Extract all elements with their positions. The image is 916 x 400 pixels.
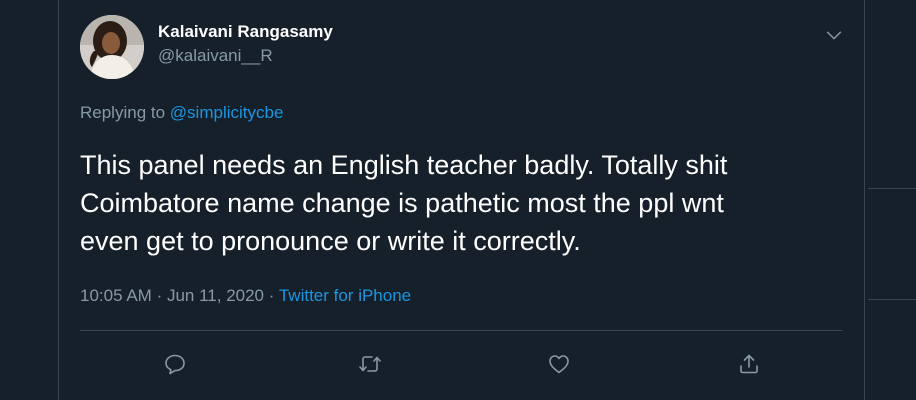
tweet-date[interactable]: Jun 11, 2020 — [167, 286, 264, 305]
reply-button[interactable] — [161, 350, 189, 378]
more-options-button[interactable] — [823, 24, 845, 46]
timeline-divider — [868, 299, 916, 300]
share-icon — [740, 354, 758, 374]
author-handle[interactable]: @kalaivani__R — [158, 46, 273, 66]
meta-separator: · — [268, 286, 275, 305]
timeline-divider — [868, 188, 916, 189]
replying-to-link[interactable]: @simplicitycbe — [170, 103, 284, 122]
avatar-image — [80, 15, 144, 79]
tweet-time[interactable]: 10:05 AM — [80, 286, 152, 305]
retweet-icon — [359, 356, 381, 372]
tweet-meta: 10:05 AM · Jun 11, 2020 · Twitter for iP… — [80, 286, 411, 306]
heart-icon — [549, 355, 569, 374]
tweet-text-line: This panel needs an English teacher badl… — [80, 150, 728, 180]
replying-prefix: Replying to — [80, 103, 166, 122]
share-button[interactable] — [735, 350, 763, 378]
reply-icon — [165, 354, 185, 375]
chevron-down-icon — [826, 31, 842, 40]
tweet-text: This panel needs an English teacher badl… — [80, 146, 850, 260]
like-button[interactable] — [545, 350, 573, 378]
retweet-button[interactable] — [356, 350, 384, 378]
tweet-source-link[interactable]: Twitter for iPhone — [279, 286, 411, 305]
divider — [80, 330, 843, 331]
tweet-card: Kalaivani Rangasamy @kalaivani__R Replyi… — [58, 0, 865, 400]
author-name[interactable]: Kalaivani Rangasamy — [158, 22, 333, 42]
meta-separator: · — [156, 286, 163, 305]
tweet-text-line: even get to pronounce or write it correc… — [80, 226, 581, 256]
replying-to: Replying to @simplicitycbe — [80, 103, 283, 123]
avatar[interactable] — [80, 15, 144, 79]
tweet-text-line: Coimbatore name change is pathetic most … — [80, 188, 724, 218]
